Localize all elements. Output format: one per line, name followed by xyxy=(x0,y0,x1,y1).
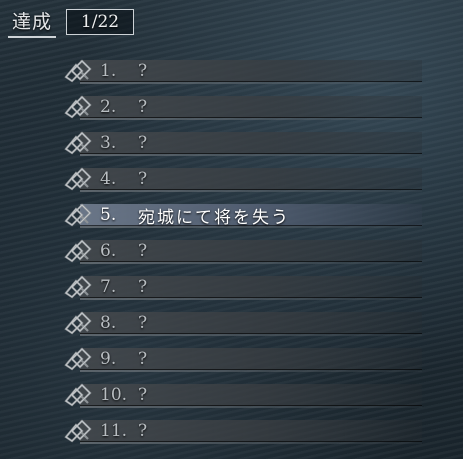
page-title: 達成 xyxy=(8,7,57,38)
achievement-row[interactable]: 4.? xyxy=(62,165,422,193)
achievement-label: ? xyxy=(138,241,150,261)
achievement-counter: 1/22 xyxy=(66,9,135,35)
knot-icon xyxy=(62,201,100,229)
achievement-number: 2. xyxy=(100,97,117,117)
knot-icon xyxy=(62,345,100,373)
achievements-header: 達成 1/22 xyxy=(8,7,135,38)
knot-icon xyxy=(62,237,100,265)
knot-icon xyxy=(62,273,100,301)
achievement-row[interactable]: 8.? xyxy=(62,309,422,337)
achievement-number: 1. xyxy=(100,61,117,81)
achievement-number: 8. xyxy=(100,313,117,333)
knot-icon xyxy=(62,309,100,337)
achievement-label: 宛城にて将を失う xyxy=(138,207,290,228)
knot-icon xyxy=(62,129,100,157)
achievement-row[interactable]: 7.? xyxy=(62,273,422,301)
achievement-label: ? xyxy=(138,385,150,405)
knot-icon xyxy=(62,417,100,445)
knot-icon xyxy=(62,93,100,121)
knot-icon xyxy=(62,381,100,409)
achievement-number: 11. xyxy=(100,421,128,441)
achievement-label: ? xyxy=(138,313,150,333)
achievement-row[interactable]: 6.? xyxy=(62,237,422,265)
achievement-number: 7. xyxy=(100,277,117,297)
achievement-label: ? xyxy=(138,169,150,189)
achievement-row[interactable]: 3.? xyxy=(62,129,422,157)
achievement-list: 1.? 2.? 3.? 4.? 5. 宛城にて将を失う 6.? 7.? 8.? 9.? 10.? 11… xyxy=(62,57,422,453)
achievement-label: ? xyxy=(138,421,150,441)
achievement-number: 9. xyxy=(100,349,117,369)
achievement-label: ? xyxy=(138,133,150,153)
achievement-label: ? xyxy=(138,61,150,81)
knot-icon xyxy=(62,165,100,193)
achievement-label: ? xyxy=(138,97,150,117)
achievement-label: ? xyxy=(138,349,150,369)
achievement-row[interactable]: 2.? xyxy=(62,93,422,121)
achievement-number: 10. xyxy=(100,385,128,405)
achievement-row[interactable]: 11.? xyxy=(62,417,422,445)
achievement-number: 5. xyxy=(100,205,117,225)
knot-icon xyxy=(62,57,100,85)
achievement-row[interactable]: 5. 宛城にて将を失う xyxy=(62,201,422,229)
achievement-number: 4. xyxy=(100,169,117,189)
achievement-row[interactable]: 1.? xyxy=(62,57,422,85)
achievement-row[interactable]: 9.? xyxy=(62,345,422,373)
achievement-number: 6. xyxy=(100,241,117,261)
achievement-number: 3. xyxy=(100,133,117,153)
achievement-row[interactable]: 10.? xyxy=(62,381,422,409)
achievement-label: ? xyxy=(138,277,150,297)
